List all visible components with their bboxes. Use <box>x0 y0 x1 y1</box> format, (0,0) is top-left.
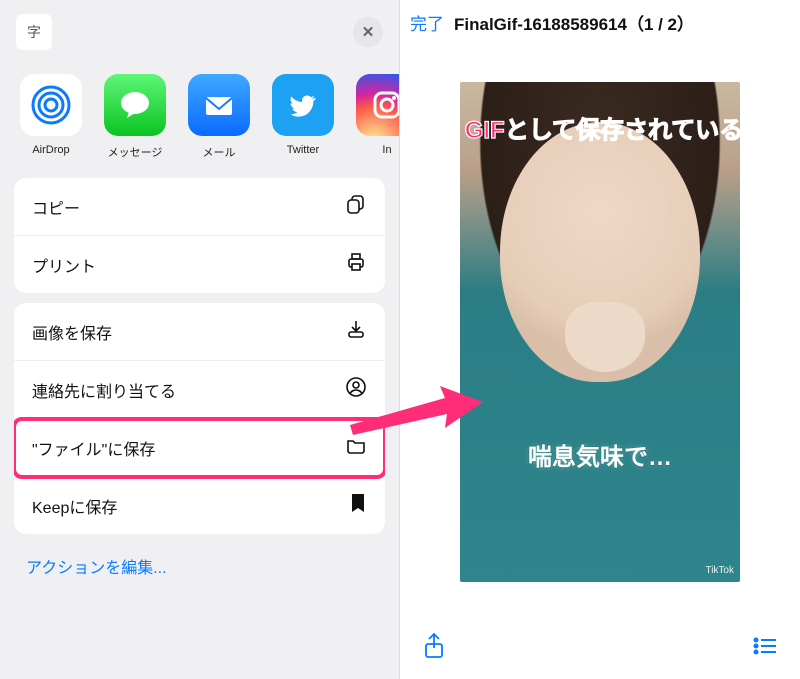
bookmark-icon <box>349 492 367 519</box>
action-group-2: 画像を保存 連絡先に割り当てる "ファイル"に保存 Keepに保存 <box>14 303 385 534</box>
share-app-label: メール <box>203 144 236 160</box>
close-button[interactable]: ✕ <box>353 17 383 47</box>
action-copy[interactable]: コピー <box>14 178 385 236</box>
twitter-icon <box>272 74 334 136</box>
gif-preview[interactable]: 喘息気味で… TikTok <box>460 82 740 582</box>
airdrop-icon <box>20 74 82 136</box>
edit-actions-label: アクションを編集... <box>26 560 167 577</box>
share-app-label: Twitter <box>287 144 319 156</box>
figure-hand <box>565 302 645 372</box>
share-app-messages[interactable]: メッセージ <box>104 74 166 160</box>
share-app-instagram[interactable]: In <box>356 74 399 160</box>
copy-icon <box>345 193 367 220</box>
share-app-label: In <box>382 144 391 156</box>
action-print[interactable]: プリント <box>14 236 385 293</box>
share-sheet-header: 字 ✕ <box>0 0 399 54</box>
mail-icon <box>188 74 250 136</box>
edit-actions-link[interactable]: アクションを編集... <box>0 544 399 598</box>
files-preview: 完了 FinalGif-16188589614（1 / 2） 喘息気味で… Ti… <box>400 0 800 679</box>
preview-header: 完了 FinalGif-16188589614（1 / 2） <box>400 0 800 41</box>
action-label: コピー <box>32 195 80 219</box>
messages-icon <box>104 74 166 136</box>
share-app-mail[interactable]: メール <box>188 74 250 160</box>
download-icon <box>345 318 367 345</box>
action-group-1: コピー プリント <box>14 178 385 293</box>
list-button[interactable] <box>752 636 778 661</box>
printer-icon <box>345 251 367 278</box>
action-label: Keepに保存 <box>32 494 117 518</box>
tiktok-watermark: TikTok <box>705 565 734 576</box>
action-label: 連絡先に割り当てる <box>32 378 176 402</box>
share-button[interactable] <box>422 632 446 665</box>
gif-subtitle: 喘息気味で… <box>460 437 740 472</box>
file-title: FinalGif-16188589614（1 / 2） <box>454 10 694 35</box>
action-save-image[interactable]: 画像を保存 <box>14 303 385 361</box>
share-app-label: AirDrop <box>32 144 69 156</box>
instagram-icon <box>356 74 399 136</box>
share-app-label: メッセージ <box>108 144 163 160</box>
text-overlay-glyph: 字 <box>27 22 41 42</box>
share-app-airdrop[interactable]: AirDrop <box>20 74 82 160</box>
share-apps-row: AirDrop メッセージ メール Twitter <box>0 54 399 178</box>
annotation-banner: GIFとして保存されている <box>420 110 788 145</box>
preview-toolbar <box>400 622 800 679</box>
action-save-keep[interactable]: Keepに保存 <box>14 477 385 534</box>
action-label: 画像を保存 <box>32 320 112 344</box>
share-sheet: 字 ✕ AirDrop メッセージ メール <box>0 0 400 679</box>
share-app-twitter[interactable]: Twitter <box>272 74 334 160</box>
close-icon: ✕ <box>362 23 375 41</box>
annotation-arrow-icon <box>345 380 485 440</box>
action-label: プリント <box>32 253 96 277</box>
action-label: "ファイル"に保存 <box>32 436 155 460</box>
text-overlay-button[interactable]: 字 <box>16 14 52 50</box>
action-assign-contact[interactable]: 連絡先に割り当てる <box>14 361 385 419</box>
done-button[interactable]: 完了 <box>410 10 444 35</box>
action-save-to-files[interactable]: "ファイル"に保存 <box>14 419 385 477</box>
